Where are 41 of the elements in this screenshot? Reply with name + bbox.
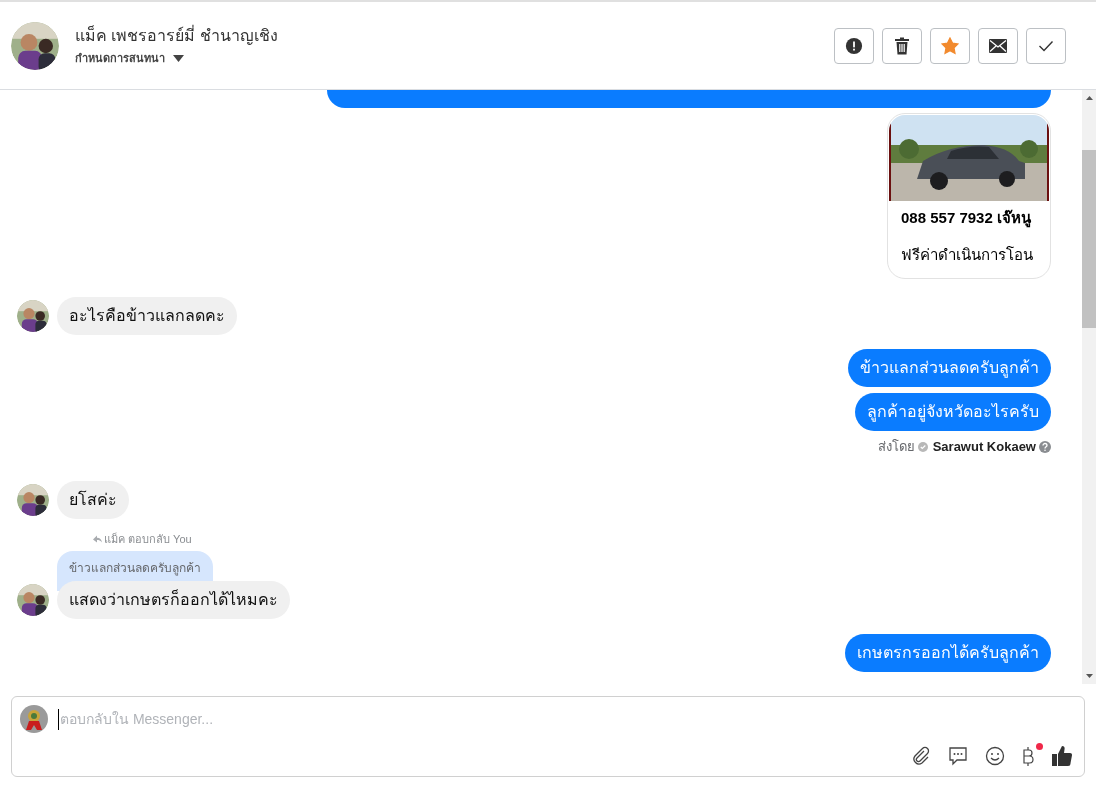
message-input[interactable]: ตอบกลับใน Messenger...: [58, 708, 1076, 730]
scroll-up-icon[interactable]: [1085, 96, 1093, 100]
thumbs-up-icon[interactable]: [1051, 745, 1073, 767]
card-subtitle: ฟรีค่าดำเนินการโอน: [900, 244, 1034, 265]
check-button[interactable]: [1026, 27, 1066, 64]
star-button[interactable]: [930, 27, 970, 64]
emoji-icon[interactable]: [985, 746, 1005, 766]
message-bubble: อะไรคือข้าวแลกลดคะ: [57, 297, 237, 335]
agent-name: Sarawut Kokaew: [932, 438, 1036, 456]
page-avatar: [20, 705, 48, 733]
message-bubble: เกษตรกรออกได้ครับลูกค้า: [845, 634, 1051, 672]
avatar: [17, 483, 49, 516]
caret-icon: [173, 55, 184, 62]
check-icon: [1038, 39, 1054, 52]
conversation-settings-link[interactable]: กำหนดการสนทนา: [75, 50, 165, 67]
avatar: [17, 584, 49, 616]
mail-icon: [989, 38, 1007, 53]
help-icon: [1039, 440, 1051, 453]
check-circle-icon: [917, 441, 928, 452]
message-bubble: แสดงว่าเกษตรก็ออกได้ไหมคะ: [57, 581, 290, 619]
message-bubble: ข้าวแลกส่วนลดครับลูกค้า: [848, 349, 1051, 387]
avatar: [11, 21, 59, 70]
scrollbar[interactable]: [1082, 90, 1096, 684]
sent-by-label: ส่งโดย: [877, 438, 915, 456]
scroll-down-icon[interactable]: [1085, 674, 1093, 678]
alert-button[interactable]: [834, 27, 874, 64]
chat-bubble-icon[interactable]: [948, 746, 968, 766]
reply-note: แม็ค ตอบกลับ You: [104, 531, 192, 547]
trash-icon: [894, 36, 910, 55]
reply-arrow-icon: [93, 534, 102, 543]
message-bubble: ลูกค้าอยู่จังหวัดอะไรครับ: [855, 393, 1051, 431]
alert-icon: [845, 36, 863, 55]
card-title: 088 557 7932 เจ๊หนู: [900, 208, 1032, 230]
contact-name: แม็ค เพชรอารย์มี่ ชำนาญเชิง: [75, 24, 278, 47]
mail-button[interactable]: [978, 27, 1018, 64]
attachment-icon[interactable]: [911, 746, 931, 766]
avatar: [17, 300, 49, 332]
baht-icon[interactable]: [1022, 746, 1034, 766]
link-card[interactable]: 088 557 7932 เจ๊หนู ฟรีค่าดำเนินการโอน: [887, 113, 1051, 279]
trash-button[interactable]: [882, 27, 922, 64]
message-bubble: ยโสค่ะ: [57, 480, 129, 519]
